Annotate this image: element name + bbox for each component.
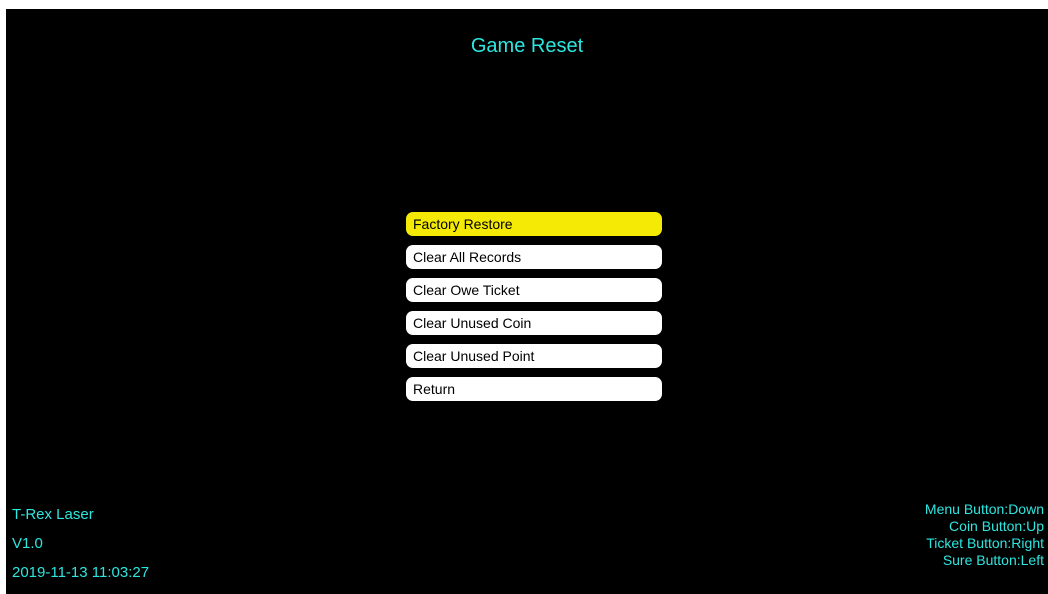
ticket-button-hint: Ticket Button:Right xyxy=(926,535,1044,551)
menu-item-clear-all-records[interactable]: Clear All Records xyxy=(406,245,662,269)
menu-item-return[interactable]: Return xyxy=(406,377,662,401)
reset-menu: Factory Restore Clear All Records Clear … xyxy=(406,212,662,410)
menu-item-factory-restore[interactable]: Factory Restore xyxy=(406,212,662,236)
page-title: Game Reset xyxy=(470,35,584,57)
game-screen: Game Reset Factory Restore Clear All Rec… xyxy=(6,9,1048,594)
game-name: T-Rex Laser xyxy=(12,506,94,523)
game-info: T-Rex Laser V1.0 2019-11-13 11:03:27 xyxy=(12,506,149,593)
version-label: V1.0 xyxy=(12,535,43,552)
menu-item-clear-unused-coin[interactable]: Clear Unused Coin xyxy=(406,311,662,335)
menu-item-clear-unused-point[interactable]: Clear Unused Point xyxy=(406,344,662,368)
sure-button-hint: Sure Button:Left xyxy=(942,552,1044,568)
datetime-label: 2019-11-13 11:03:27 xyxy=(12,564,150,581)
coin-button-hint: Coin Button:Up xyxy=(949,518,1044,534)
controls-legend: Menu Button:Down Coin Button:Up Ticket B… xyxy=(925,501,1044,569)
menu-button-hint: Menu Button:Down xyxy=(924,501,1044,517)
menu-item-clear-owe-ticket[interactable]: Clear Owe Ticket xyxy=(406,278,662,302)
